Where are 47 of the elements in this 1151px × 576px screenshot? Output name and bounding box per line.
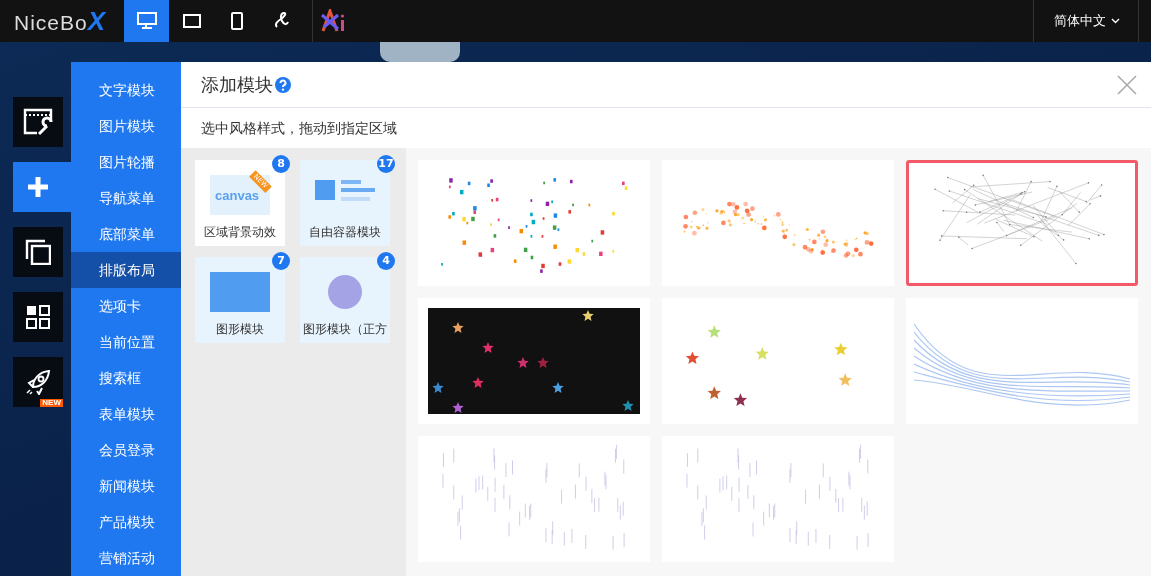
category-label: 区域背景动效 [204,224,276,241]
window-tools-tool-button[interactable] [13,97,63,147]
count-badge: 7 [272,252,290,270]
panel-instruction: 选中风格样式，拖动到指定区域 [200,119,398,138]
count-badge: 8 [272,155,290,173]
close-icon[interactable] [1117,74,1137,95]
menu-item[interactable]: 搜索框 [71,360,181,396]
help-icon[interactable] [275,76,291,93]
plus-icon [27,176,49,198]
desktop-view-button[interactable] [124,0,170,42]
count-badge: 17 [377,155,395,173]
menu-item[interactable]: 表单模块 [71,396,181,432]
rectangle-shape-icon [210,272,270,312]
menu-item[interactable]: 排版布局 [71,252,181,288]
menu-item[interactable]: 产品模块 [71,504,181,540]
menu-item[interactable]: 图片轮播 [71,144,181,180]
monitor-icon [136,12,157,30]
category-label: 自由容器模块 [309,224,381,241]
category-label: 图形模块（正方 [303,321,387,338]
rocket-icon [25,369,51,395]
menu-item[interactable]: 图片模块 [71,108,181,144]
copy-icon [25,239,51,265]
circle-shape-icon [328,272,362,312]
tablet-icon [182,14,201,28]
new-badge: NEW [40,399,63,407]
menu-item[interactable]: 选项卡 [71,288,181,324]
window-wrench-icon [23,108,53,136]
menu-item[interactable]: 当前位置 [71,324,181,360]
add-tool-button[interactable] [13,162,71,212]
rocket-tool-button[interactable]: NEW [13,357,63,407]
panel-title: 添加模块 [201,72,273,97]
effect-preview-card[interactable] [418,298,650,424]
caret-icon [1111,18,1120,24]
menu-item[interactable]: 新闻模块 [71,468,181,504]
link-icon [273,12,290,30]
menu-item[interactable]: 底部菜单 [71,216,181,252]
menu-item[interactable]: 营销活动 [71,540,181,576]
logo: NiceBoX [13,5,108,37]
count-badge: 4 [377,252,395,270]
menu-item[interactable]: 导航菜单 [71,180,181,216]
menu-item[interactable]: 文字模块 [71,72,181,108]
grid-tool-button[interactable] [13,292,63,342]
grid-icon [26,305,50,329]
phone-icon [230,12,243,30]
category-label: 图形模块 [216,321,264,338]
copy-tool-button[interactable] [13,227,63,277]
menu-item[interactable]: 会员登录 [71,432,181,468]
